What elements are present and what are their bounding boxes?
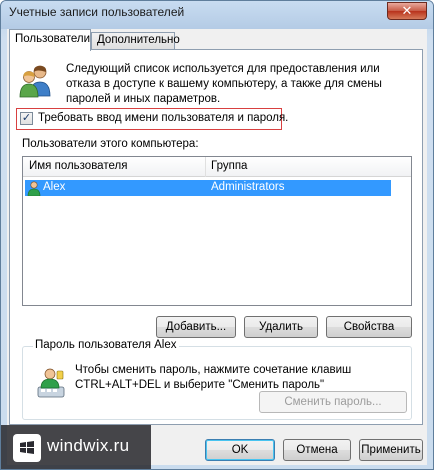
password-instructions: Чтобы сменить пароль, нажмите сочетание …: [75, 364, 352, 391]
user-group-cell: Administrators: [211, 181, 285, 193]
require-login-label[interactable]: Требовать ввод имени пользователя и паро…: [38, 112, 288, 124]
users-list-header: Имя пользователя Группа: [23, 157, 411, 177]
user-icon: [27, 181, 41, 196]
tab-advanced[interactable]: Дополнительно: [91, 32, 180, 50]
description-text: Следующий список используется для предос…: [66, 63, 382, 105]
watermark: windwix.ru: [1, 425, 151, 469]
tab-users-label: Пользователи: [15, 33, 91, 45]
apply-button[interactable]: Применить: [359, 439, 423, 461]
password-group: Пароль пользователя Alex Чтобы сменить п…: [22, 339, 412, 420]
user-name-cell: Alex: [43, 181, 66, 193]
tab-advanced-label: Дополнительно: [97, 34, 180, 46]
ok-button[interactable]: OK: [205, 439, 275, 461]
column-header-group[interactable]: Группа: [211, 160, 247, 172]
close-icon: ✕: [401, 3, 413, 18]
watermark-text: windwix.ru: [47, 436, 130, 455]
properties-button[interactable]: Свойства: [326, 316, 412, 338]
user-accounts-window: Учетные записи пользователей ✕ Пользоват…: [0, 0, 434, 470]
users-section-label: Пользователи этого компьютера:: [22, 138, 199, 150]
title-bar[interactable]: Учетные записи пользователей ✕: [1, 1, 433, 29]
column-header-username[interactable]: Имя пользователя: [29, 160, 127, 172]
windwix-logo-icon: [13, 434, 41, 462]
tab-users[interactable]: Пользователи: [9, 29, 91, 51]
add-user-button[interactable]: Добавить...: [156, 316, 236, 338]
users-tab-panel: Следующий список используется для предос…: [9, 49, 423, 425]
check-mark-icon: ✓: [21, 112, 32, 124]
cancel-button[interactable]: Отмена: [283, 439, 351, 461]
close-button[interactable]: ✕: [387, 2, 427, 20]
dialog-client-area: Пользователи Дополнительно Следующий спи…: [7, 29, 427, 465]
table-row[interactable]: Alex Administrators: [25, 180, 391, 196]
window-title: Учетные записи пользователей: [9, 5, 185, 19]
users-list[interactable]: Имя пользователя Группа Alex Administrat…: [22, 156, 412, 306]
change-password-button[interactable]: Сменить пароль...: [259, 391, 407, 413]
require-login-checkbox[interactable]: ✓: [20, 112, 33, 125]
users-icon: [19, 65, 51, 98]
user-keyboard-icon: [37, 368, 65, 398]
column-separator[interactable]: [205, 157, 206, 177]
password-group-title: Пароль пользователя Alex: [33, 339, 179, 351]
remove-user-button[interactable]: Удалить: [244, 316, 318, 338]
